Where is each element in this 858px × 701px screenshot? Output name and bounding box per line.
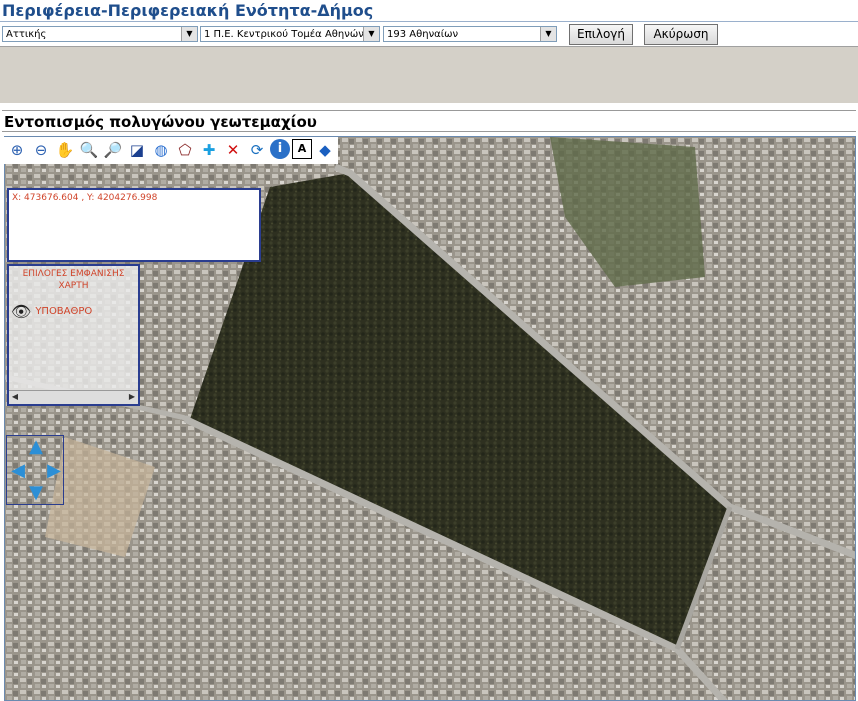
layer-item-basemap[interactable]: 👁 ΥΠΟΒΑΘΡΟ (11, 302, 92, 321)
refresh-icon[interactable]: ⟳ (246, 139, 268, 161)
globe-icon[interactable]: ◍ (150, 139, 172, 161)
pan-hand-icon[interactable]: ✋ (54, 139, 76, 161)
chevron-down-icon[interactable]: ▼ (181, 27, 197, 41)
scroll-left-icon[interactable]: ◀ (9, 391, 21, 403)
unit-select[interactable]: 1 Π.Ε. Κεντρικού Τομέα Αθηνών ▼ (200, 26, 380, 42)
zoom-extent-icon[interactable]: ◪ (126, 139, 148, 161)
chevron-down-icon[interactable]: ▼ (363, 27, 379, 41)
options-scrollbar[interactable]: ◀ ▶ (9, 390, 138, 404)
unit-select-value: 1 Π.Ε. Κεντρικού Τομέα Αθηνών (204, 29, 364, 40)
header-divider (0, 21, 858, 22)
page-title: Περιφέρεια-Περιφερειακή Ενότητα-Δήμος (2, 1, 374, 20)
options-title: ΕΠΙΛΟΓΕΣ ΕΜΦΑΝΙΣΗΣ ΧΑΡΤΗ (22, 269, 125, 291)
layer-label: ΥΠΟΒΑΘΡΟ (35, 306, 93, 317)
zoom-out-icon[interactable]: 🔎 (102, 139, 124, 161)
layers-icon[interactable]: ◆ (314, 139, 336, 161)
zoom-in-box-icon[interactable]: ⊕ (6, 139, 28, 161)
chevron-down-icon[interactable]: ▼ (540, 27, 556, 41)
results-area (0, 46, 858, 104)
select-button[interactable]: Επιλογή (569, 24, 633, 45)
coordinates-readout: X: 473676.604 , Y: 4204276.998 (12, 193, 158, 203)
display-options-panel: ΕΠΙΛΟΓΕΣ ΕΜΦΑΝΙΣΗΣ ΧΑΡΤΗ 👁 ΥΠΟΒΑΘΡΟ ◀ ▶ (7, 264, 140, 406)
delete-icon[interactable]: ✕ (222, 139, 244, 161)
label-icon[interactable]: A (292, 139, 312, 159)
coordinates-box: X: 473676.604 , Y: 4204276.998 (7, 188, 261, 262)
pan-left-icon[interactable]: ◀ (9, 462, 27, 480)
region-select[interactable]: Αττικής ▼ (2, 26, 198, 42)
add-point-icon[interactable]: ✚ (198, 139, 220, 161)
zoom-in-icon[interactable]: 🔍 (78, 139, 100, 161)
pan-right-icon[interactable]: ▶ (45, 462, 63, 480)
info-icon[interactable]: i (270, 139, 290, 159)
panel-title: Εντοπισμός πολυγώνου γεωτεμαχίου (2, 110, 856, 132)
polygon-icon[interactable]: ⬠ (174, 139, 196, 161)
pan-down-icon[interactable]: ▼ (27, 484, 45, 502)
pan-up-icon[interactable]: ▲ (27, 438, 45, 456)
region-select-value: Αττικής (6, 29, 47, 40)
pan-navigator: ▲ ◀ ▶ ▼ (6, 435, 64, 505)
eye-icon[interactable]: 👁 (11, 302, 31, 321)
scroll-right-icon[interactable]: ▶ (126, 391, 138, 403)
map-toolbar: ⊕ ⊖ ✋ 🔍 🔎 ◪ ◍ ⬠ ✚ ✕ ⟳ i A ◆ (4, 137, 338, 164)
municipality-select[interactable]: 193 Αθηναίων ▼ (383, 26, 557, 42)
zoom-out-box-icon[interactable]: ⊖ (30, 139, 52, 161)
municipality-select-value: 193 Αθηναίων (387, 29, 459, 40)
cancel-button[interactable]: Ακύρωση (644, 24, 718, 45)
